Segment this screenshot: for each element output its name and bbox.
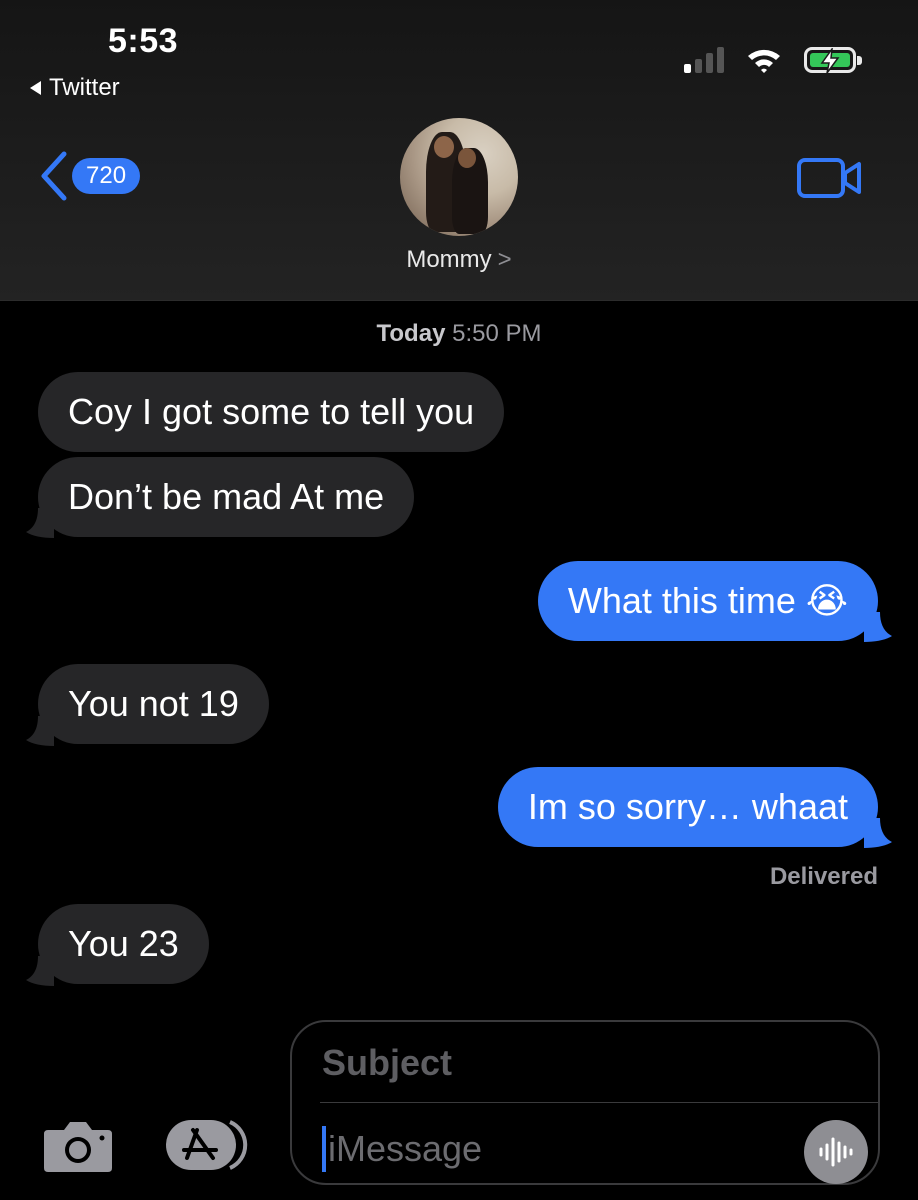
back-app-label: Twitter — [49, 74, 120, 101]
chevron-left-icon — [41, 151, 67, 201]
app-store-icon[interactable] — [164, 1116, 252, 1174]
message-bubble-outgoing[interactable]: Im so sorry… whaat — [497, 767, 878, 847]
message-bubble-incoming[interactable]: You 23 — [38, 904, 209, 984]
bubble-tail — [26, 716, 54, 746]
message-bubble-outgoing[interactable]: What this time 😭 — [537, 561, 878, 641]
bubble-tail — [26, 508, 54, 538]
imessage-placeholder: iMessage — [328, 1128, 483, 1169]
timestamp-time: 5:50 PM — [452, 320, 542, 347]
message-bubble-incoming[interactable]: You not 19 — [38, 664, 269, 744]
bubble-tail — [26, 956, 54, 986]
video-camera-icon[interactable] — [797, 158, 863, 198]
delivered-status: Delivered — [769, 863, 878, 890]
wifi-icon — [748, 49, 780, 73]
status-icons — [684, 46, 862, 74]
back-to-app-link[interactable]: Twitter — [30, 74, 120, 102]
chevron-right-icon: > — [497, 246, 512, 273]
bubble-tail — [864, 818, 892, 848]
composer-divider — [320, 1102, 878, 1103]
imessage-input[interactable]: iMessage — [322, 1126, 482, 1172]
text-cursor — [322, 1126, 326, 1172]
message-timestamp: Today 5:50 PM — [0, 320, 918, 348]
audio-waveform-icon[interactable] — [804, 1120, 868, 1184]
contact-avatar[interactable] — [400, 118, 518, 236]
message-bubble-incoming[interactable]: Don’t be mad At me — [38, 457, 415, 537]
contact-name-button[interactable]: Mommy > — [0, 246, 918, 274]
conversation-header: 5:53 Twitter 720 Mommy > — [0, 0, 918, 301]
messages-back-button[interactable]: 720 — [38, 150, 141, 202]
contact-name: Mommy — [406, 246, 492, 273]
subject-field[interactable]: Subject — [322, 1042, 452, 1084]
bubble-tail — [864, 612, 892, 642]
back-triangle-icon — [30, 81, 41, 95]
message-bubble-incoming[interactable]: Coy I got some to tell you — [38, 372, 505, 452]
battery-charging-icon — [804, 47, 862, 74]
timestamp-day: Today — [376, 320, 446, 347]
status-time: 5:53 — [108, 22, 179, 60]
unread-count-badge: 720 — [72, 158, 141, 194]
cellular-signal-icon — [684, 47, 724, 73]
camera-icon[interactable] — [42, 1118, 114, 1174]
message-composer[interactable]: Subject iMessage — [290, 1020, 880, 1185]
